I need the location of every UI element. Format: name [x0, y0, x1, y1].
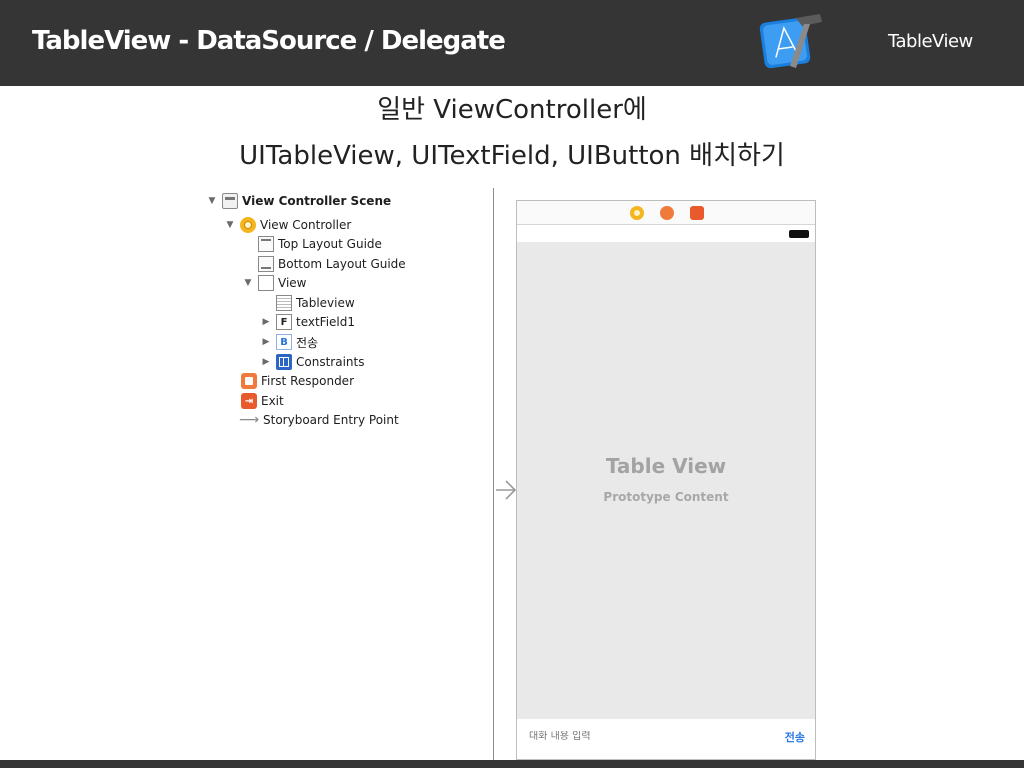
arrow-icon: ⟶ [238, 412, 260, 428]
slide-footer-bar [0, 760, 1024, 768]
section-label: TableView [888, 31, 973, 52]
outline-item-tableview[interactable]: Tableview [276, 293, 355, 313]
layout-guide-icon [258, 236, 274, 252]
slide-header: TableView - DataSource / Delegate TableV… [0, 0, 1024, 86]
outline-item-label: View [278, 276, 307, 290]
status-bar [517, 226, 815, 242]
outline-item-label: Constraints [296, 355, 365, 369]
table-view-icon [276, 295, 292, 311]
table-view-title: Table View [605, 454, 727, 478]
button-icon: B [276, 334, 292, 350]
send-button[interactable]: 전송 [785, 729, 805, 745]
input-bar: 전송 [517, 719, 815, 759]
outline-item-first-responder[interactable]: First Responder [241, 371, 354, 391]
xcode-hammer-icon [759, 14, 822, 69]
scene-icon [222, 193, 238, 209]
outline-item-label: 전송 [296, 335, 319, 350]
outline-item-send-button[interactable]: ▶ B 전송 [260, 332, 318, 352]
message-text-field[interactable] [529, 731, 729, 742]
view-controller-icon [240, 217, 256, 233]
scene-dock [517, 201, 815, 225]
outline-item-storyboard-entry-point[interactable]: ⟶ Storyboard Entry Point [239, 410, 399, 430]
view-controller-canvas[interactable]: Table View Prototype Content 전송 [516, 200, 816, 760]
slide-subtitle-line-2: UITableView, UITextField, UIButton 배치하기 [239, 141, 785, 171]
outline-item-constraints[interactable]: ▶ Constraints [260, 352, 364, 372]
outline-item-label: View Controller [260, 218, 352, 232]
outline-item-top-layout-guide[interactable]: Top Layout Guide [258, 234, 382, 254]
disclosure-expanded-icon[interactable]: ▼ [224, 219, 236, 231]
outline-item-bottom-layout-guide[interactable]: Bottom Layout Guide [258, 254, 406, 274]
exit-icon: ⇥ [241, 393, 257, 409]
disclosure-collapsed-icon[interactable]: ▶ [260, 336, 272, 348]
slide-title: TableView - DataSource / Delegate [32, 26, 506, 56]
outline-item-label: Tableview [296, 296, 355, 310]
outline-item-textfield1[interactable]: ▶ F textField1 [260, 312, 355, 332]
table-view-subtitle: Prototype Content [603, 490, 729, 504]
table-view[interactable]: Table View Prototype Content [517, 242, 815, 719]
disclosure-collapsed-icon[interactable]: ▶ [260, 316, 272, 328]
outline-item-label: View Controller Scene [242, 194, 392, 208]
outline-item-view-controller-scene[interactable]: ▼ View Controller Scene [206, 191, 391, 211]
outline-item-label: Exit [261, 394, 284, 408]
slide-subtitle-line-1: 일반 ViewController에 [377, 95, 647, 125]
view-controller-icon[interactable] [630, 206, 644, 220]
first-responder-icon[interactable] [660, 206, 674, 220]
outline-item-label: textField1 [296, 315, 356, 329]
outline-item-label: Bottom Layout Guide [278, 257, 406, 271]
exit-icon[interactable] [690, 206, 704, 220]
disclosure-expanded-icon[interactable]: ▼ [206, 195, 218, 207]
constraints-icon [276, 354, 292, 370]
outline-item-view[interactable]: ▼ View [242, 273, 306, 293]
text-field-icon: F [276, 314, 292, 330]
first-responder-icon [241, 373, 257, 389]
outline-item-label: First Responder [261, 374, 354, 388]
panel-divider[interactable] [493, 188, 494, 760]
outline-item-label: Top Layout Guide [278, 237, 382, 251]
outline-item-view-controller[interactable]: ▼ View Controller [224, 215, 351, 235]
layout-guide-icon [258, 256, 274, 272]
battery-icon [789, 230, 809, 238]
disclosure-expanded-icon[interactable]: ▼ [242, 277, 254, 289]
outline-item-label: Storyboard Entry Point [263, 413, 399, 427]
view-icon [258, 275, 274, 291]
outline-item-exit[interactable]: ⇥ Exit [241, 391, 284, 411]
disclosure-collapsed-icon[interactable]: ▶ [260, 356, 272, 368]
